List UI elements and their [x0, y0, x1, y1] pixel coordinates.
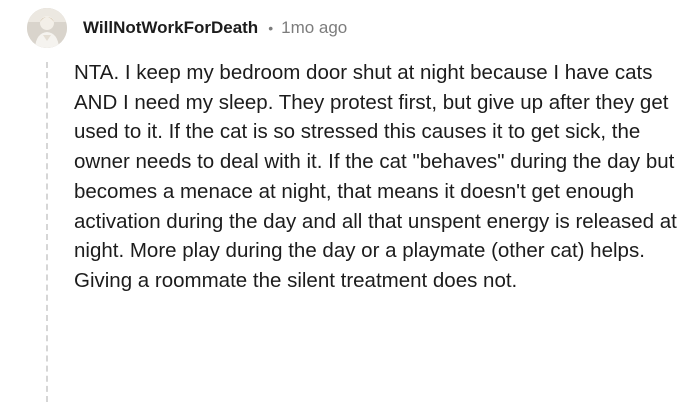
- username-link[interactable]: WillNotWorkForDeath: [83, 18, 258, 38]
- comment-body: NTA. I keep my bedroom door shut at nigh…: [74, 61, 677, 292]
- user-avatar-icon: [27, 8, 67, 48]
- thread-line[interactable]: [46, 62, 48, 402]
- comment-header: WillNotWorkForDeath • 1mo ago: [83, 14, 347, 42]
- comment-timestamp[interactable]: 1mo ago: [281, 18, 347, 38]
- avatar[interactable]: [27, 8, 67, 48]
- meta-separator: •: [268, 20, 274, 36]
- comment: WillNotWorkForDeath • 1mo ago NTA. I kee…: [0, 0, 700, 402]
